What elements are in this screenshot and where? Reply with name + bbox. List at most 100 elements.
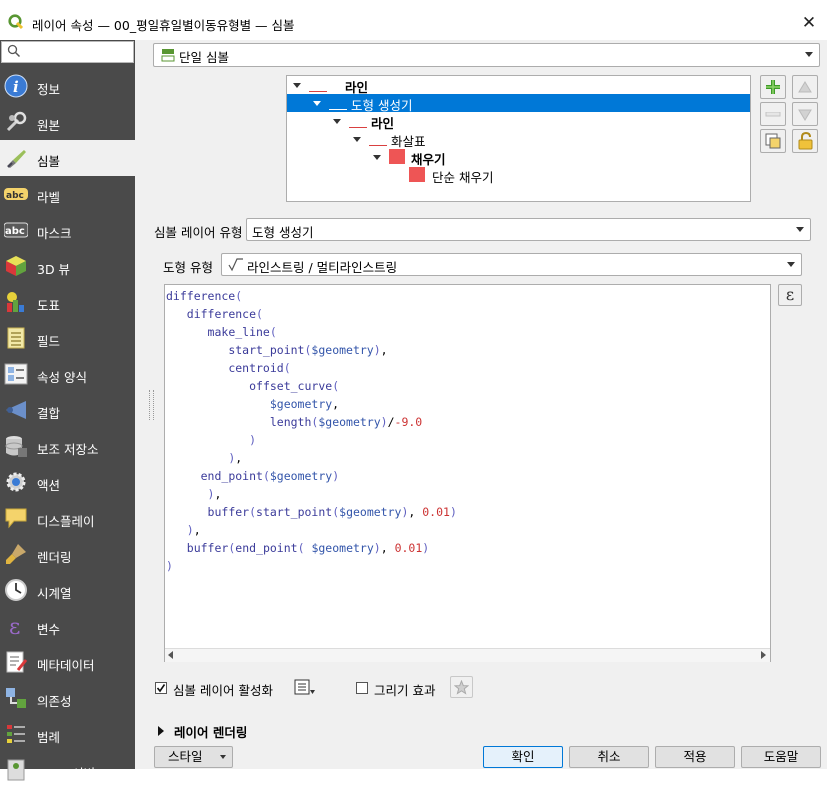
search-icon <box>7 44 21 58</box>
metadata-icon <box>6 651 28 673</box>
draw-effects-checkbox[interactable] <box>356 682 368 694</box>
legend-icon <box>7 725 25 743</box>
sidebar-item-rendering[interactable]: 렌더링 <box>0 536 135 572</box>
sidebar-item-fields[interactable]: 필드 <box>0 320 135 356</box>
sidebar-item-temporal[interactable]: 시계열 <box>0 572 135 608</box>
expression-line: buffer(start_point($geometry), 0.01) <box>207 505 457 519</box>
unlock-icon <box>798 132 813 150</box>
tree-row-line-sub[interactable]: 라인 <box>287 112 750 131</box>
expression-line: ), <box>207 487 222 501</box>
effects-settings-button[interactable] <box>450 676 473 698</box>
sidebar-item-label: 심볼 <box>37 154 61 169</box>
tree-row-fill[interactable]: 채우기 <box>287 148 750 167</box>
temporal-clock-icon <box>5 579 27 601</box>
expression-line: $geometry, <box>269 397 340 411</box>
add-plus-icon <box>766 80 780 94</box>
sidebar-item-metadata[interactable]: 메타데이터 <box>0 644 135 680</box>
arrow-up-icon <box>798 81 812 93</box>
3d-cube-icon <box>6 256 26 276</box>
sidebar-item-information[interactable]: i 정보 <box>0 68 135 104</box>
sidebar-item-3d-view[interactable]: 3D 뷰 <box>0 248 135 284</box>
sidebar-item-label: 원본 <box>37 118 61 133</box>
fill-swatch-icon <box>409 167 425 182</box>
cancel-button[interactable]: 취소 <box>569 746 649 768</box>
sidebar-item-label: 정보 <box>37 82 61 97</box>
sidebar-item-dependencies[interactable]: 의존성 <box>0 680 135 716</box>
labels-abc-icon: abc <box>4 188 28 201</box>
sidebar-item-label: 액션 <box>37 478 61 493</box>
sidebar-item-attributes-form[interactable]: 속성 양식 <box>0 356 135 392</box>
duplicate-layer-button[interactable] <box>760 129 786 153</box>
ok-button[interactable]: 확인 <box>483 746 563 768</box>
tree-row-arrow[interactable]: 화살표 <box>287 130 750 149</box>
scroll-right-icon[interactable] <box>761 651 766 659</box>
tree-row-geometry-generator[interactable]: 도형 생성기 <box>287 94 750 113</box>
expand-arrow-icon <box>353 137 361 142</box>
expression-line: ), <box>228 451 243 465</box>
sidebar-item-diagrams[interactable]: 도표 <box>0 284 135 320</box>
expression-code: difference( difference( make_line( start… <box>166 287 457 575</box>
mask-abc-icon: abc <box>4 222 28 238</box>
remove-minus-icon <box>765 112 781 117</box>
star-effects-icon <box>454 680 469 695</box>
expression-editor[interactable]: difference( difference( make_line( start… <box>164 284 771 662</box>
collapse-arrow-icon[interactable] <box>158 726 164 736</box>
sidebar-item-display[interactable]: 디스플레이 <box>0 500 135 536</box>
move-up-button[interactable] <box>792 75 818 99</box>
sidebar-item-label: 도표 <box>37 298 61 313</box>
expression-line: length($geometry)/-9.0 <box>269 415 423 429</box>
epsilon-icon: ε <box>785 285 795 304</box>
qgis-logo-icon <box>8 14 24 30</box>
sidebar-item-mask[interactable]: abc 마스크 <box>0 212 135 248</box>
sidebar-item-auxiliary-storage[interactable]: 보조 저장소 <box>0 428 135 464</box>
symbol-layer-tree[interactable]: 라인 도형 생성기 라인 화살표 채우기 단순 채우기 <box>286 75 751 202</box>
sidebar-item-label: 디스플레이 <box>37 514 95 529</box>
sidebar-item-legend[interactable]: 범례 <box>0 716 135 752</box>
expand-arrow-icon <box>333 119 341 124</box>
apply-button[interactable]: 적용 <box>655 746 735 768</box>
layer-rendering-header[interactable]: 레이어 렌더링 <box>174 722 247 741</box>
expression-builder-button[interactable]: ε <box>778 284 802 306</box>
svg-text:abc: abc <box>5 226 25 237</box>
scroll-left-icon[interactable] <box>168 651 173 659</box>
display-tooltip-icon <box>5 508 27 529</box>
symbol-layer-type-select[interactable]: 도형 생성기 <box>246 218 811 241</box>
horizontal-scrollbar[interactable] <box>165 648 770 662</box>
arrow-down-icon <box>798 109 812 121</box>
dependencies-icon <box>6 688 26 708</box>
sidebar-item-labels[interactable]: abc 라벨 <box>0 176 135 212</box>
data-defined-override-icon[interactable] <box>292 678 316 696</box>
sidebar-item-variables[interactable]: ε 변수 <box>0 608 135 644</box>
sidebar-item-label: 속성 양식 <box>37 370 87 385</box>
sidebar-item-source[interactable]: 원본 <box>0 104 135 140</box>
variables-epsilon-icon: ε <box>9 615 20 638</box>
renderer-select[interactable]: 단일 심볼 <box>153 43 820 67</box>
remove-symbol-layer-button[interactable] <box>760 102 786 126</box>
fill-swatch-icon <box>389 149 405 164</box>
diagram-icon <box>7 292 24 312</box>
style-menu-button[interactable]: 스타일 <box>154 746 233 768</box>
symbology-brush-icon <box>7 150 26 168</box>
sidebar-item-label: 결합 <box>37 406 61 421</box>
help-button[interactable]: 도움말 <box>741 746 821 768</box>
fields-icon <box>7 327 25 349</box>
add-symbol-layer-button[interactable] <box>760 75 786 99</box>
close-button[interactable]: ✕ <box>800 14 818 32</box>
sidebar-item-joins[interactable]: 결합 <box>0 392 135 428</box>
sidebar-item-actions[interactable]: 액션 <box>0 464 135 500</box>
splitter-handle[interactable] <box>149 390 154 420</box>
rendering-brush-icon <box>6 544 26 564</box>
enable-symbol-layer-checkbox[interactable] <box>155 682 167 694</box>
style-button-label: 스타일 <box>168 749 203 764</box>
tree-row-line-symbol[interactable]: 라인 <box>287 76 750 95</box>
geometry-type-select[interactable]: 라인스트링 / 멀티라인스트링 <box>221 253 802 276</box>
title-bar: 레이어 속성 — 00_평일휴일별이동유형별 — 심볼 ✕ <box>0 0 827 41</box>
checkmark-icon <box>156 684 166 693</box>
sidebar-item-symbology[interactable]: 심볼 <box>0 140 135 176</box>
expression-line: buffer(end_point( $geometry), 0.01) <box>186 541 430 555</box>
tree-row-simple-fill[interactable]: 단순 채우기 <box>287 166 750 185</box>
expression-line: difference( <box>166 289 243 303</box>
move-down-button[interactable] <box>792 102 818 126</box>
lock-layer-button[interactable] <box>792 129 818 153</box>
sidebar-item-qgis-server[interactable]: QGIS 서버 <box>0 752 135 788</box>
